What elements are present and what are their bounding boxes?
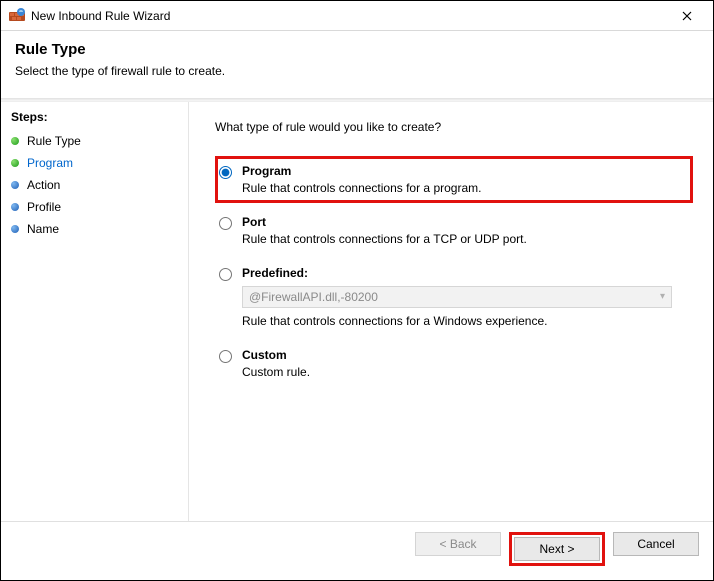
back-button-wrap: < Back [415, 532, 501, 566]
radio-port[interactable] [219, 217, 232, 230]
next-button-wrap: Next > [509, 532, 605, 566]
step-rule-type[interactable]: Rule Type [11, 130, 178, 152]
page-title: Rule Type [15, 41, 699, 58]
option-body: Program Rule that controls connections f… [242, 164, 685, 195]
rule-type-prompt: What type of rule would you like to crea… [215, 120, 693, 134]
predefined-select[interactable]: @FirewallAPI.dll,-80200 ▾ [242, 286, 672, 308]
option-desc: Custom rule. [242, 365, 685, 379]
titlebar: New Inbound Rule Wizard [1, 1, 713, 31]
main-panel: What type of rule would you like to crea… [189, 102, 713, 521]
steps-sidebar: Steps: Rule Type Program Action Profile … [1, 102, 189, 521]
step-action[interactable]: Action [11, 174, 178, 196]
option-desc: Rule that controls connections for a Win… [242, 314, 685, 328]
step-name[interactable]: Name [11, 218, 178, 240]
option-desc: Rule that controls connections for a pro… [242, 181, 685, 195]
option-body: Port Rule that controls connections for … [242, 215, 685, 246]
option-title: Program [242, 164, 685, 178]
option-program[interactable]: Program Rule that controls connections f… [215, 156, 693, 203]
predefined-select-value: @FirewallAPI.dll,-80200 [249, 290, 378, 304]
cancel-button[interactable]: Cancel [613, 532, 699, 556]
step-label: Profile [27, 200, 61, 214]
option-custom[interactable]: Custom Custom rule. [215, 340, 693, 387]
option-title: Port [242, 215, 685, 229]
option-title: Predefined: [242, 266, 685, 280]
step-bullet-icon [11, 181, 19, 189]
option-body: Custom Custom rule. [242, 348, 685, 379]
steps-heading: Steps: [11, 110, 178, 124]
next-button[interactable]: Next > [514, 537, 600, 561]
wizard-footer: < Back Next > Cancel [1, 521, 713, 580]
step-bullet-icon [11, 137, 19, 145]
step-label: Rule Type [27, 134, 81, 148]
step-label: Program [27, 156, 73, 170]
back-button[interactable]: < Back [415, 532, 501, 556]
step-profile[interactable]: Profile [11, 196, 178, 218]
chevron-down-icon: ▾ [660, 291, 665, 302]
wizard-header: Rule Type Select the type of firewall ru… [1, 31, 713, 90]
step-bullet-icon [11, 203, 19, 211]
option-desc: Rule that controls connections for a TCP… [242, 232, 685, 246]
radio-custom[interactable] [219, 350, 232, 363]
rule-type-options: Program Rule that controls connections f… [215, 156, 693, 391]
radio-program[interactable] [219, 166, 232, 179]
step-label: Action [27, 178, 60, 192]
step-bullet-icon [11, 225, 19, 233]
radio-predefined[interactable] [219, 268, 232, 281]
step-label: Name [27, 222, 59, 236]
option-port[interactable]: Port Rule that controls connections for … [215, 207, 693, 254]
close-icon [682, 11, 692, 21]
firewall-app-icon [9, 8, 25, 24]
option-predefined[interactable]: Predefined: @FirewallAPI.dll,-80200 ▾ Ru… [215, 258, 693, 336]
step-program[interactable]: Program [11, 152, 178, 174]
cancel-button-wrap: Cancel [613, 532, 699, 566]
window-title: New Inbound Rule Wizard [31, 9, 667, 23]
option-title: Custom [242, 348, 685, 362]
wizard-body: Steps: Rule Type Program Action Profile … [1, 102, 713, 521]
page-subtitle: Select the type of firewall rule to crea… [15, 64, 699, 78]
option-body: Predefined: @FirewallAPI.dll,-80200 ▾ Ru… [242, 266, 685, 328]
close-button[interactable] [667, 2, 707, 30]
step-bullet-icon [11, 159, 19, 167]
